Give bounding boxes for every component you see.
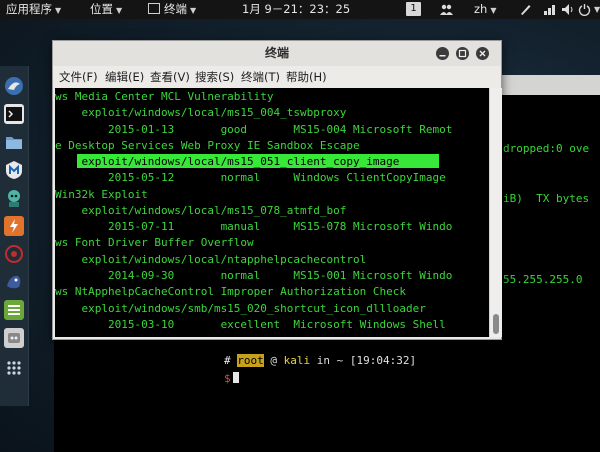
terminal-line: ws NtApphelpCacheControl Improper Author… [55,285,406,298]
chevron-down-icon: ▼ [190,6,197,15]
people-icon[interactable] [440,3,453,16]
pen-icon[interactable] [519,3,532,16]
menu-terminal[interactable]: 终端(T) [241,66,280,88]
terminal-line: 2015-03-10 excellent Microsoft Windows S… [55,318,446,331]
top-panel: 应用程序 ▼ 位置 ▼ 终端 ▼ 1月 9－21：23：25 1 zh ▼ ▼ [0,0,600,19]
metasploit-icon[interactable] [4,160,24,180]
prompt-in: in [316,354,330,367]
chevron-down-icon: ▼ [55,6,62,15]
prompt-user: root [237,354,264,367]
terminal-line: 2014-09-30 normal MS15-001 Microsoft Win… [55,269,453,282]
notes-icon[interactable] [4,300,24,320]
burpsuite-icon[interactable] [4,216,24,236]
menu-bar: 文件(F) 编辑(E) 查看(V) 搜索(S) 终端(T) 帮助(H) [53,66,501,88]
active-app-menu[interactable]: 终端 ▼ [148,0,196,20]
browser-icon[interactable] [4,76,24,96]
workspace-indicator[interactable]: 1 [406,2,421,16]
prompt-time: [19:04:32] [349,354,417,367]
settings-icon[interactable] [4,328,24,348]
prompt-hash: # [224,354,231,367]
background-terminal-line: 55.255.255.0 [503,273,583,286]
shell-prompt: # root @ kali in ~ [19:04:32] [224,354,416,367]
applications-menu[interactable]: 应用程序 ▼ [6,0,61,20]
volume-icon[interactable] [561,3,574,16]
maximize-button[interactable] [456,47,469,60]
terminal-line: Win32k Exploit [55,188,148,201]
menu-edit[interactable]: 编辑(E) [105,66,144,88]
files-icon[interactable] [4,132,24,152]
terminal-small-icon [148,3,160,14]
prompt-dollar: $ [224,372,231,385]
input-method-label: zh [474,2,488,16]
prompt-at: @ [270,354,277,367]
chevron-down-icon: ▼ [490,6,497,15]
terminal-line: ws Font Driver Buffer Overflow [55,236,254,249]
background-terminal-line: dropped:0 ove [503,142,590,155]
scrollbar-thumb[interactable] [493,314,499,334]
apps-grid-icon[interactable] [4,358,24,378]
prompt-host: kali [283,354,311,367]
dock [0,66,29,406]
places-menu[interactable]: 位置 ▼ [90,0,122,20]
text-cursor [232,372,239,383]
background-terminal-line: iB) TX bytes [503,192,590,205]
terminal-line: 2015-05-12 normal Windows ClientCopyImag… [55,171,446,184]
vertical-scrollbar[interactable] [489,88,502,337]
beef-icon[interactable] [4,272,24,292]
terminal-line: exploit/windows/local/ntapphelpcachecont… [55,253,367,266]
terminal-line-highlighted: exploit/windows/local/ms15_051_client_co… [55,155,400,168]
menu-search[interactable]: 搜索(S) [195,66,234,88]
window-title: 终端 [264,46,289,60]
prompt-directory: ~ [336,354,344,367]
terminal-line: ws Media Center MCL Vulnerability [55,90,274,103]
terminal-window[interactable]: 终端 文件(F) 编辑(E) 查看(V) 搜索(S) 终端(T) 帮助(H) w… [52,40,502,340]
terminal-line: 2015-01-13 good MS15-004 Microsoft Remot [55,123,453,136]
input-method-indicator[interactable]: zh ▼ [474,0,496,20]
terminal-output[interactable]: ws Media Center MCL Vulnerability exploi… [55,88,489,337]
minimize-button[interactable] [436,47,449,60]
power-icon[interactable]: ▼ [578,3,600,16]
close-button[interactable] [476,47,489,60]
applications-menu-label: 应用程序 [6,2,52,16]
clock[interactable]: 1月 9－21：23：25 [242,0,350,19]
armitage-icon[interactable] [4,188,24,208]
terminal-line: 2015-07-11 manual MS15-078 Microsoft Win… [55,220,453,233]
active-app-label: 终端 [164,2,187,16]
network-icon[interactable] [543,3,556,16]
chevron-down-icon: ▼ [116,6,123,15]
menu-help[interactable]: 帮助(H) [286,66,327,88]
chevron-down-icon: ▼ [594,5,600,14]
terminal-icon[interactable] [4,104,24,124]
terminal-line: exploit/windows/smb/ms15_020_shortcut_ic… [55,302,426,315]
maltego-icon[interactable] [4,244,24,264]
terminal-line: e Desktop Services Web Proxy IE Sandbox … [55,139,360,152]
terminal-line: exploit/windows/local/ms15_078_atmfd_bof [55,204,347,217]
menu-file[interactable]: 文件(F) [59,66,98,88]
window-titlebar[interactable]: 终端 [53,41,501,67]
menu-view[interactable]: 查看(V) [150,66,190,88]
terminal-line: exploit/windows/local/ms15_004_tswbproxy [55,106,347,119]
shell-input-line[interactable]: $ [224,372,239,385]
places-menu-label: 位置 [90,2,113,16]
